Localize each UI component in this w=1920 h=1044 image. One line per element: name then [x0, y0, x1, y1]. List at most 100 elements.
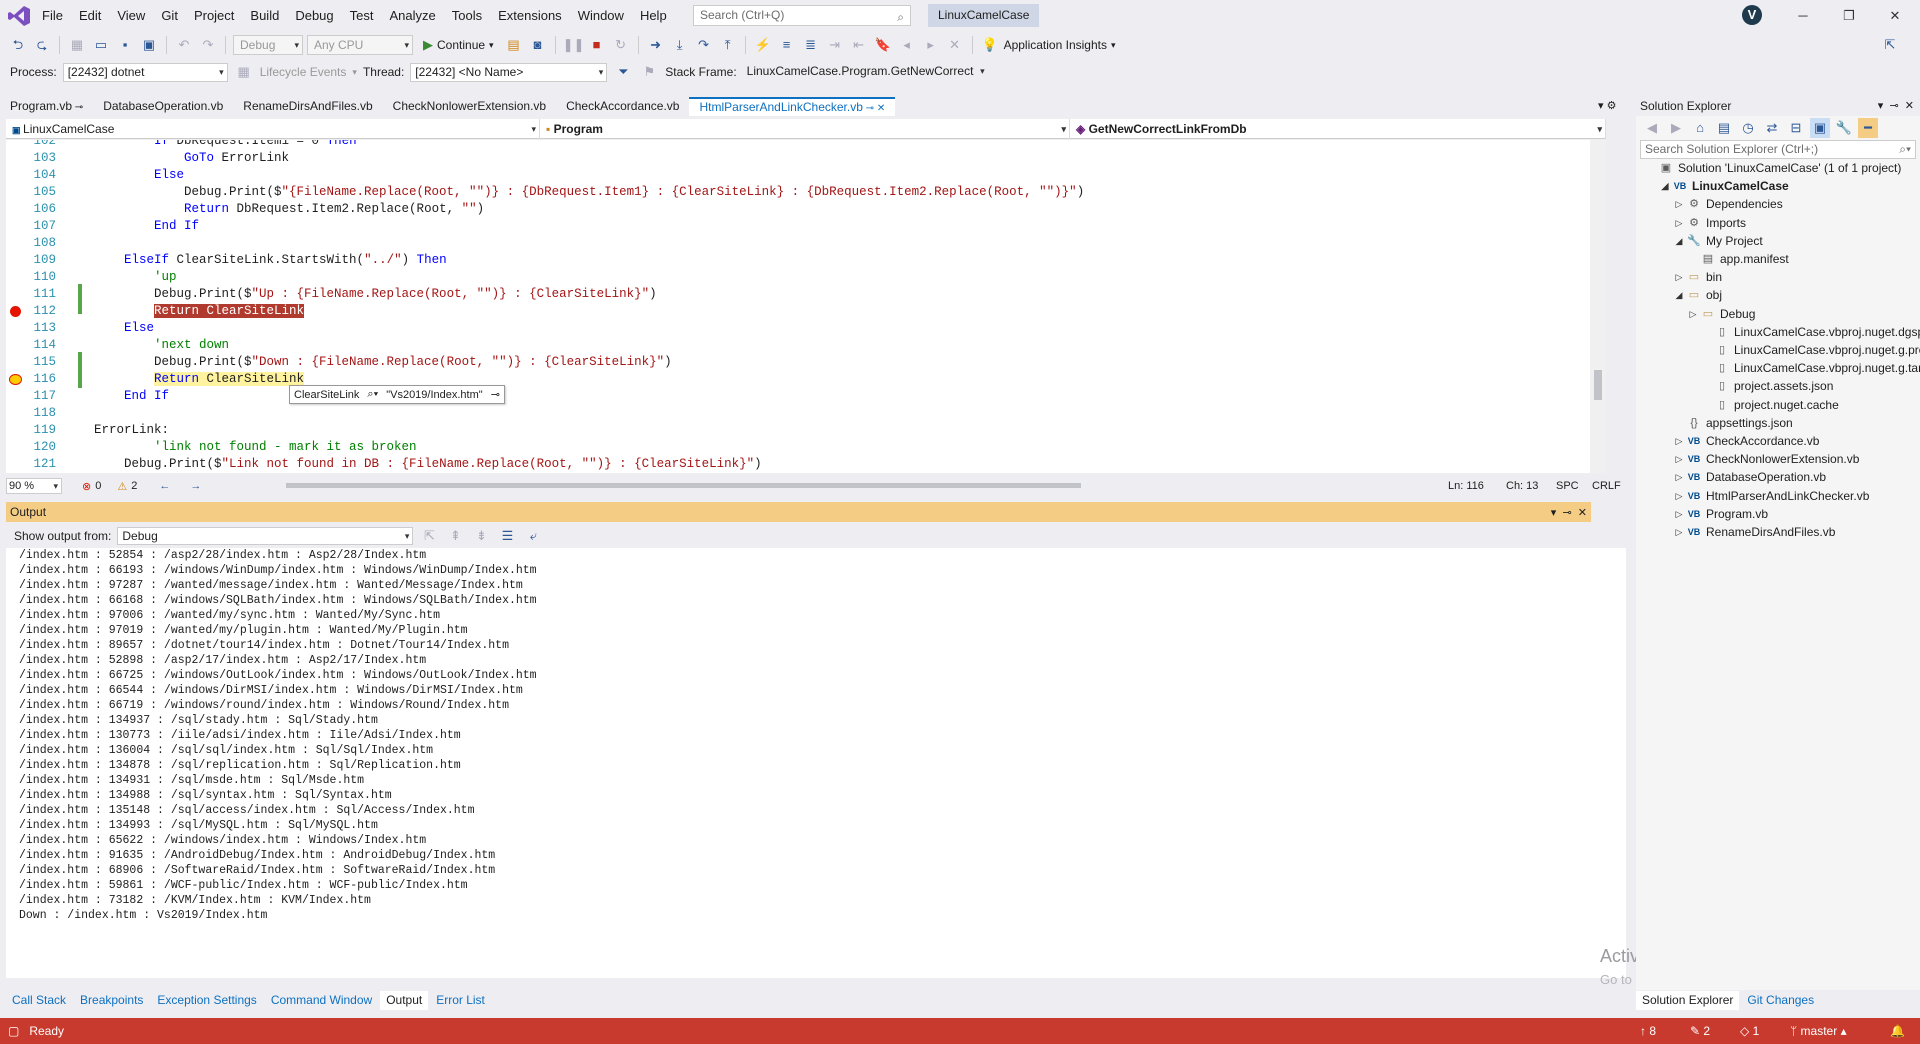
code-line[interactable]: 103 GoTo ErrorLink — [6, 150, 1596, 167]
forward-icon[interactable]: ▶ — [1666, 118, 1686, 138]
push-indicator[interactable]: ↑ 8 — [1640, 1018, 1656, 1044]
tab-breakpoints[interactable]: Breakpoints — [74, 991, 150, 1010]
outdent-icon[interactable]: ⇤ — [849, 35, 869, 55]
changes-indicator[interactable]: ✎ 2 — [1690, 1018, 1710, 1044]
tab-databaseoperation-vb[interactable]: DatabaseOperation.vb — [93, 97, 233, 116]
tree-item[interactable]: ◢ 🔧 My Project — [1636, 232, 1763, 250]
tree-item[interactable]: ▯ project.nuget.cache — [1636, 396, 1839, 414]
save-icon[interactable]: ▪ — [115, 35, 135, 55]
tab-call-stack[interactable]: Call Stack — [6, 991, 73, 1010]
expand-arrow-icon[interactable]: ▷ — [1672, 214, 1686, 232]
undo-icon[interactable]: ↶ — [174, 35, 194, 55]
tab-htmlparserandlinkchecker-vb[interactable]: HtmlParserAndLinkChecker.vb ⊸ ✕ — [689, 97, 896, 116]
branch-selector[interactable]: ᛘ master ▴ — [1790, 1018, 1847, 1044]
tab-checkaccordance-vb[interactable]: CheckAccordance.vb — [556, 97, 689, 116]
tree-item[interactable]: ▯ LinuxCamelCase.vbproj.nuget.g.props — [1636, 341, 1920, 359]
step-out-icon[interactable]: ⤒ — [718, 35, 738, 55]
code-line[interactable]: 120 'link not found - mark it as broken — [6, 439, 1596, 456]
line-ending-indicator[interactable]: CRLF — [1592, 480, 1621, 492]
nav-back-icon[interactable]: ← — [159, 480, 170, 492]
live-share-icon[interactable]: ⇱ — [1880, 35, 1900, 55]
output-text[interactable]: /index.htm : 52854 : /asp2/28/index.htm … — [6, 548, 1626, 978]
error-icon[interactable]: ⊗ — [82, 480, 91, 493]
scrollbar-thumb[interactable] — [1594, 370, 1602, 400]
stop-icon[interactable]: ■ — [587, 35, 607, 55]
continue-button[interactable]: ▶ Continue ▾ — [417, 37, 500, 53]
tab-solution-explorer[interactable]: Solution Explorer — [1636, 991, 1740, 1010]
tab-renamedirsandfiles-vb[interactable]: RenameDirsAndFiles.vb — [233, 97, 382, 116]
collapse-all-icon[interactable]: ⊟ — [1786, 118, 1806, 138]
lifecycle-events-dropdown[interactable]: Lifecycle Events — [260, 65, 347, 79]
menu-edit[interactable]: Edit — [71, 0, 109, 31]
code-editor[interactable]: 102 If DbRequest.Item1 = 0 Then 103 GoTo … — [6, 140, 1606, 473]
tab-checknonlowerextension-vb[interactable]: CheckNonlowerExtension.vb — [383, 97, 556, 116]
expand-arrow-icon[interactable]: ▷ — [1672, 450, 1686, 468]
code-line[interactable]: 114 'next down — [6, 337, 1596, 354]
thread-dropdown[interactable]: [22432] <No Name> ▾ — [410, 62, 608, 82]
tab-output[interactable]: Output — [380, 991, 429, 1010]
repo-indicator[interactable]: ◇ 1 — [1740, 1018, 1759, 1044]
menu-extensions[interactable]: Extensions — [490, 0, 570, 31]
configuration-dropdown[interactable]: Debug ▾ — [233, 35, 303, 55]
expand-arrow-icon[interactable]: ▷ — [1686, 305, 1700, 323]
expand-arrow-icon[interactable]: ▷ — [1672, 432, 1686, 450]
camera-icon[interactable]: ◙ — [528, 35, 548, 55]
expand-arrow-icon[interactable]: ▷ — [1672, 505, 1686, 523]
back-icon[interactable]: ⮌ — [8, 35, 28, 55]
code-line[interactable]: 112 Return ClearSiteLink — [6, 303, 1596, 320]
avatar[interactable]: V — [1742, 5, 1762, 25]
open-folder-icon[interactable]: ▭ — [91, 35, 111, 55]
tree-item[interactable]: ◢ ▭ obj — [1636, 286, 1722, 304]
expand-arrow-icon[interactable]: ▷ — [1672, 195, 1686, 213]
tab-program-vb[interactable]: Program.vb ⊸ — [0, 97, 93, 116]
error-count[interactable]: 0 — [95, 480, 101, 492]
prev-message-icon[interactable]: ⇞ — [445, 526, 465, 546]
clear-all-icon[interactable]: ☰ — [497, 526, 517, 546]
code-line[interactable]: 113 Else — [6, 320, 1596, 337]
tree-item[interactable]: ▷ VB RenameDirsAndFiles.vb — [1636, 523, 1836, 541]
menu-git[interactable]: Git — [153, 0, 186, 31]
code-line[interactable]: 110 'up — [6, 269, 1596, 286]
code-line[interactable]: 117 End If — [6, 388, 1596, 405]
menu-debug[interactable]: Debug — [287, 0, 341, 31]
close-window-icon[interactable]: ✕ — [1872, 0, 1918, 31]
tab-command-window[interactable]: Command Window — [264, 991, 379, 1010]
minimize-icon[interactable]: ─ — [1780, 0, 1826, 31]
pause-icon[interactable]: ❚❚ — [563, 35, 585, 55]
switch-views-icon[interactable]: ▤ — [1714, 118, 1734, 138]
menu-file[interactable]: File — [34, 0, 71, 31]
tree-item[interactable]: ▯ LinuxCamelCase.vbproj.nuget.g.targets — [1636, 359, 1920, 377]
tree-item[interactable]: ▣ Solution 'LinuxCamelCase' (1 of 1 proje… — [1636, 159, 1902, 177]
restart-icon[interactable]: ↻ — [611, 35, 631, 55]
code-line[interactable]: 108 — [6, 235, 1596, 252]
menu-build[interactable]: Build — [242, 0, 287, 31]
code-line[interactable]: 105 Debug.Print($"{FileName.Replace(Root… — [6, 184, 1596, 201]
tree-item[interactable]: ▷ ⚙ Imports — [1636, 214, 1746, 232]
menu-view[interactable]: View — [109, 0, 153, 31]
chevron-down-icon[interactable]: ▾ — [1111, 40, 1116, 51]
platform-dropdown[interactable]: Any CPU ▾ — [307, 35, 413, 55]
line-indicator[interactable]: Ln: 116 — [1448, 480, 1484, 492]
next-message-icon[interactable]: ⇟ — [471, 526, 491, 546]
pin-icon[interactable]: ⊸ — [1889, 100, 1898, 112]
tree-item[interactable]: ▷ VB Program.vb — [1636, 505, 1769, 523]
tree-item[interactable]: ▯ LinuxCamelCase.vbproj.nuget.dgspec — [1636, 323, 1920, 341]
chevron-down-icon[interactable]: ▾ — [1878, 100, 1884, 112]
home-icon[interactable]: ⌂ — [1690, 118, 1710, 138]
code-line[interactable]: 111 Debug.Print($"Up : {FileName.Replace… — [6, 286, 1596, 303]
expand-arrow-icon[interactable]: ▷ — [1672, 268, 1686, 286]
menu-tools[interactable]: Tools — [444, 0, 490, 31]
menu-analyze[interactable]: Analyze — [381, 0, 443, 31]
chevron-down-icon[interactable]: ▾ — [1551, 507, 1557, 519]
sync-icon[interactable]: ⇄ — [1762, 118, 1782, 138]
code-line[interactable]: 109 ElseIf ClearSiteLink.StartsWith("../… — [6, 252, 1596, 269]
tree-item[interactable]: {} appsettings.json — [1636, 414, 1792, 432]
code-line[interactable]: 107 End If — [6, 218, 1596, 235]
expand-arrow-icon[interactable]: ◢ — [1672, 232, 1686, 250]
magnifier-icon[interactable]: ⌕▾ — [367, 388, 378, 401]
settings-gear-icon[interactable]: ⚙ — [1607, 100, 1617, 112]
step-into-icon[interactable]: ⤓ — [670, 35, 690, 55]
clear-bookmarks-icon[interactable]: ✕ — [945, 35, 965, 55]
project-dropdown[interactable]: ▣ LinuxCamelCase ▾ — [6, 119, 540, 139]
back-icon[interactable]: ◀ — [1642, 118, 1662, 138]
